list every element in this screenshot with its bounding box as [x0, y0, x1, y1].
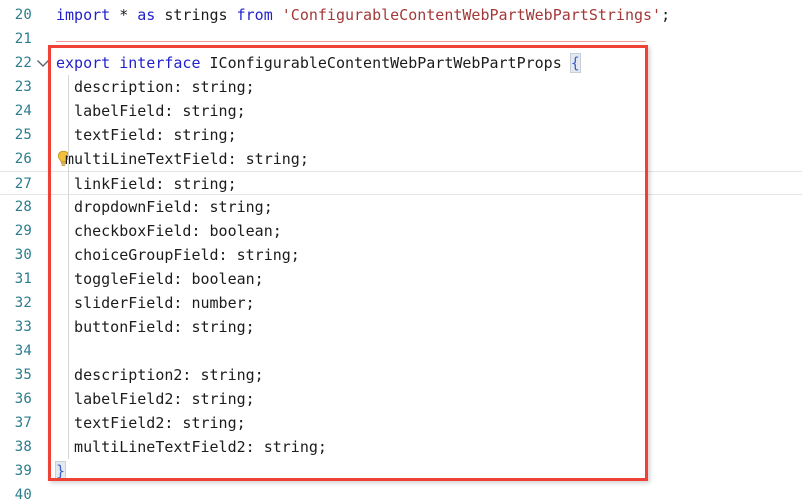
line-number: 23: [14, 79, 32, 95]
code-text[interactable]: }: [54, 459, 802, 483]
line-number: 24: [14, 103, 32, 119]
code-token: 'ConfigurableContentWebPartWebPartString…: [281, 6, 662, 24]
code-token: multiLineTextField2: string;: [56, 438, 327, 456]
code-line[interactable]: 36 labelField2: string;: [0, 387, 802, 411]
code-lines-container[interactable]: 20 import * as strings from 'Configurable…: [0, 0, 802, 502]
code-line[interactable]: 28 dropdownField: string;: [0, 195, 802, 219]
code-token: multiLineTextField: string;: [56, 150, 309, 168]
line-number: 26: [14, 151, 32, 167]
code-text[interactable]: import * as strings from 'ConfigurableCo…: [56, 3, 802, 27]
code-line[interactable]: 37 textField2: string;: [0, 411, 802, 435]
code-text[interactable]: labelField2: string;: [56, 387, 802, 411]
code-text[interactable]: description2: string;: [56, 363, 802, 387]
code-line[interactable]: 32 sliderField: number;: [0, 291, 802, 315]
code-token: description2: string;: [56, 366, 264, 384]
code-token: textField2: string;: [56, 414, 246, 432]
line-number: 35: [14, 367, 32, 383]
line-number: 28: [14, 199, 32, 215]
line-number: 25: [14, 127, 32, 143]
code-editor[interactable]: 20 import * as strings from 'Configurable…: [0, 0, 802, 502]
code-token: as: [137, 6, 156, 24]
code-line[interactable]: 29 checkboxField: boolean;: [0, 219, 802, 243]
line-number: 29: [14, 223, 32, 239]
code-text[interactable]: checkboxField: boolean;: [56, 219, 802, 243]
code-token: textField: string;: [56, 126, 237, 144]
code-token: buttonField: string;: [56, 318, 255, 336]
line-number: 34: [14, 343, 32, 359]
code-token: export: [56, 54, 111, 72]
line-number: 33: [14, 319, 32, 335]
line-number: 31: [14, 271, 32, 287]
code-text[interactable]: linkField: string;: [56, 172, 802, 196]
code-text[interactable]: toggleField: boolean;: [56, 267, 802, 291]
indent-guide: [68, 75, 69, 459]
code-line[interactable]: 38 multiLineTextField2: string;: [0, 435, 802, 459]
chevron-down-icon[interactable]: [36, 51, 50, 75]
line-number: 30: [14, 247, 32, 263]
code-token: {: [569, 53, 581, 73]
line-number: 39: [14, 463, 32, 479]
line-number: 21: [14, 31, 32, 47]
code-line[interactable]: 31 toggleField: boolean;: [0, 267, 802, 291]
line-number: 20: [14, 7, 32, 23]
code-text[interactable]: textField2: string;: [56, 411, 802, 435]
code-line[interactable]: 21: [0, 27, 802, 51]
line-number: 22: [14, 55, 32, 71]
code-token: }: [54, 461, 67, 481]
code-line[interactable]: 33 buttonField: string;: [0, 315, 802, 339]
line-number: 40: [14, 487, 32, 502]
code-token: IConfigurableContentWebPartWebPartProps: [200, 54, 571, 72]
code-line[interactable]: 25 textField: string;: [0, 123, 802, 147]
code-line[interactable]: 20 import * as strings from 'Configurable…: [0, 3, 802, 27]
code-token: choiceGroupField: string;: [56, 246, 300, 264]
error-underline: [56, 41, 646, 42]
code-line[interactable]: 35 description2: string;: [0, 363, 802, 387]
line-number: 36: [14, 391, 32, 407]
code-text[interactable]: multiLineTextField: string;: [56, 147, 802, 171]
code-token: labelField2: string;: [56, 390, 255, 408]
code-token: import: [56, 6, 111, 24]
code-token: ;: [661, 6, 671, 24]
code-line[interactable]: 40: [0, 483, 802, 502]
code-text[interactable]: buttonField: string;: [56, 315, 802, 339]
code-line[interactable]: 39}: [0, 459, 802, 483]
code-text[interactable]: choiceGroupField: string;: [56, 243, 802, 267]
code-text[interactable]: labelField: string;: [56, 99, 802, 123]
code-text[interactable]: export interface IConfigurableContentWeb…: [56, 51, 802, 75]
code-token: dropdownField: string;: [56, 198, 273, 216]
code-line[interactable]: 30 choiceGroupField: string;: [0, 243, 802, 267]
line-number: 27: [14, 176, 32, 192]
code-token: *: [110, 6, 138, 24]
code-token: checkboxField: boolean;: [56, 222, 282, 240]
code-line[interactable]: 24 labelField: string;: [0, 99, 802, 123]
code-token: labelField: string;: [56, 102, 246, 120]
code-token: sliderField: number;: [56, 294, 255, 312]
code-text[interactable]: sliderField: number;: [56, 291, 802, 315]
code-text[interactable]: textField: string;: [56, 123, 802, 147]
code-text[interactable]: dropdownField: string;: [56, 195, 802, 219]
code-line[interactable]: 22 export interface IConfigurableContentW…: [0, 51, 802, 75]
line-number: 32: [14, 295, 32, 311]
code-token: interface: [119, 54, 201, 72]
line-number: 38: [14, 439, 32, 455]
code-line[interactable]: 26 multiLineTextField: string;: [0, 147, 802, 171]
code-token: toggleField: boolean;: [56, 270, 264, 288]
code-token: description: string;: [56, 78, 255, 96]
code-text[interactable]: description: string;: [56, 75, 802, 99]
code-text[interactable]: multiLineTextField2: string;: [56, 435, 802, 459]
code-line[interactable]: 27 linkField: string;: [0, 171, 802, 195]
code-token: strings: [155, 6, 237, 24]
line-number: 37: [14, 415, 32, 431]
code-line[interactable]: 34: [0, 339, 802, 363]
code-token: from: [236, 6, 273, 24]
code-token: linkField: string;: [56, 175, 237, 193]
code-line[interactable]: 23 description: string;: [0, 75, 802, 99]
